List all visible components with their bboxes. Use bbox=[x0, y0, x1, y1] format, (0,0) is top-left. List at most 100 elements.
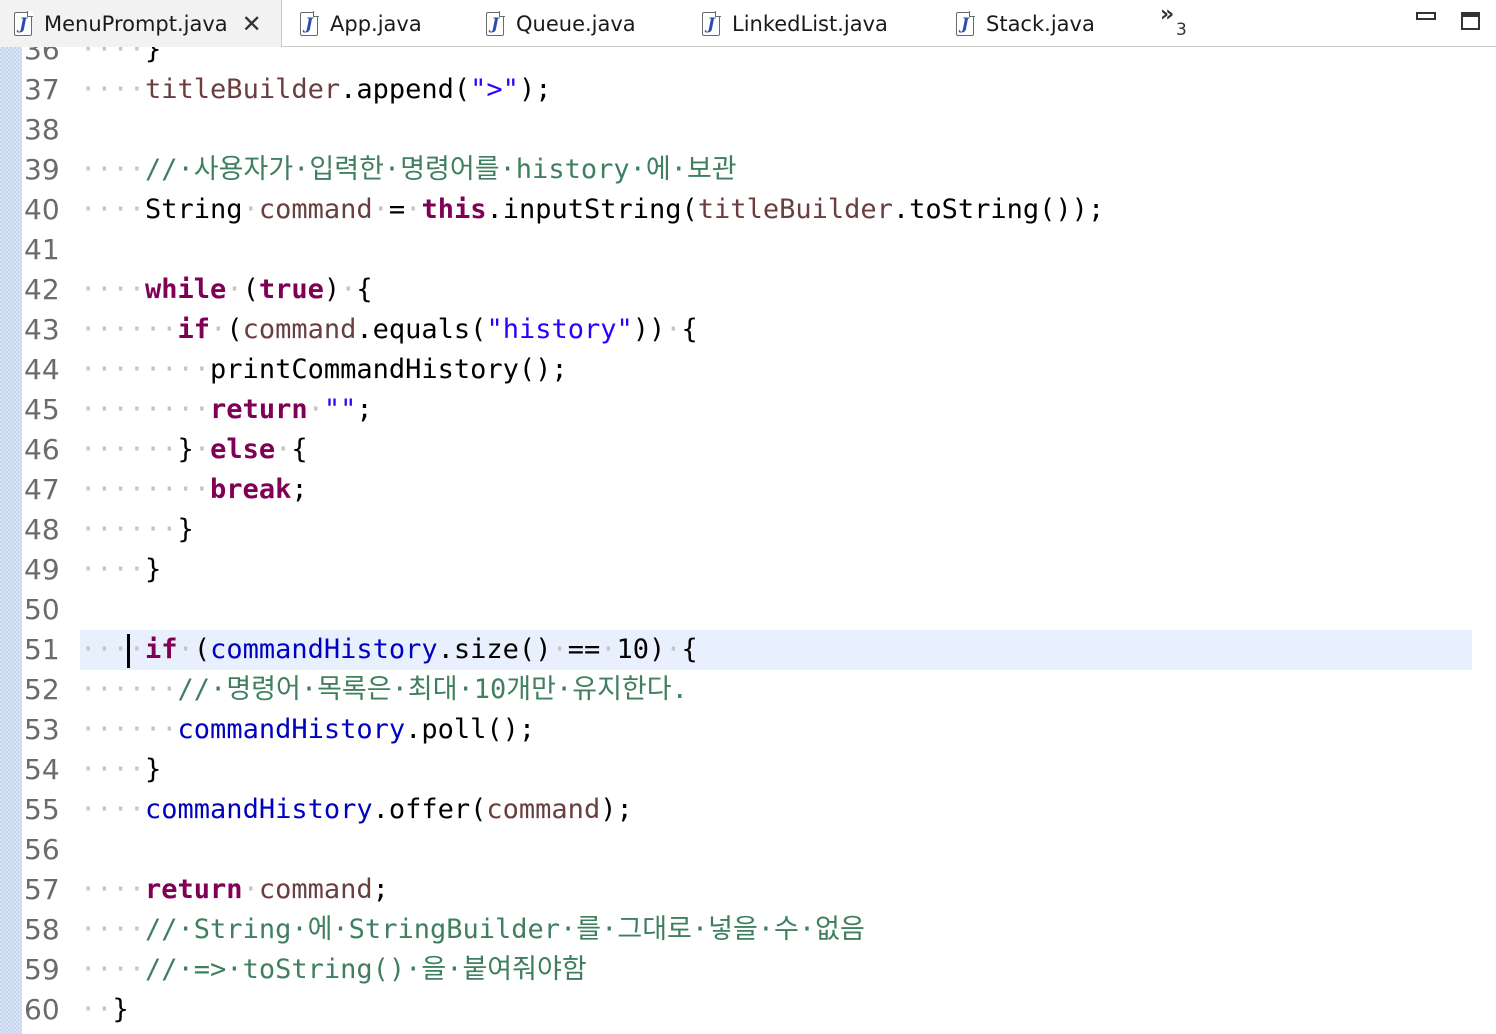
code-text: ······//·명령어·목록은·최대·10개만·유지한다. bbox=[80, 670, 688, 710]
line-number: 51 bbox=[24, 633, 60, 666]
code-token: } bbox=[145, 47, 162, 65]
whitespace-marker: · bbox=[372, 194, 389, 225]
line-number: 49 bbox=[24, 553, 60, 586]
line-number: 42 bbox=[24, 273, 60, 306]
code-line[interactable]: 49 ····} bbox=[0, 550, 1496, 590]
code-token: ); bbox=[600, 794, 633, 825]
whitespace-marker: ······ bbox=[80, 714, 178, 745]
code-token: //·명령어·목록은·최대·10개만·유지한다. bbox=[177, 674, 688, 705]
line-number: 58 bbox=[24, 913, 60, 946]
line-number: 41 bbox=[24, 233, 60, 266]
code-token: command bbox=[258, 194, 373, 225]
whitespace-marker: ········ bbox=[80, 474, 211, 505]
code-line[interactable]: 36 ····} bbox=[0, 47, 1496, 70]
code-text: ········break; bbox=[80, 470, 308, 510]
code-lines: 36 ····} 37 ····titleBuilder.append(">"); 38… bbox=[0, 47, 1496, 1030]
code-line[interactable]: 51 ····if·(commandHistory.size()·==·10)·{ bbox=[0, 630, 1496, 670]
code-token: "" bbox=[323, 394, 357, 425]
whitespace-marker: · bbox=[665, 314, 682, 345]
code-token: titleBuilder bbox=[697, 194, 893, 225]
code-line[interactable]: 57 ····return·command; bbox=[0, 870, 1496, 910]
code-line[interactable]: 58 ····//·String·에·StringBuilder·를·그대로·넣을… bbox=[0, 910, 1496, 950]
code-line[interactable]: 40 ····String·command·=·this.inputString(… bbox=[0, 190, 1496, 230]
code-line[interactable]: 55 ····commandHistory.offer(command); bbox=[0, 790, 1496, 830]
code-text: ····return·command; bbox=[80, 870, 389, 910]
code-line[interactable]: 42 ····while·(true)·{ bbox=[0, 270, 1496, 310]
whitespace-marker: ···· bbox=[80, 47, 146, 65]
code-line[interactable]: 52 ······//·명령어·목록은·최대·10개만·유지한다. bbox=[0, 670, 1496, 710]
code-text: ······}·else·{ bbox=[80, 430, 308, 470]
code-token: } bbox=[145, 754, 162, 785]
code-line[interactable]: 48 ······} bbox=[0, 510, 1496, 550]
code-line[interactable]: 37 ····titleBuilder.append(">"); bbox=[0, 70, 1496, 110]
line-number: 46 bbox=[24, 433, 60, 466]
code-text: ····String·command·=·this.inputString(ti… bbox=[80, 190, 1104, 230]
tab-app-java[interactable]: J App.java bbox=[300, 0, 470, 47]
whitespace-marker: ···· bbox=[80, 194, 146, 225]
whitespace-marker: ······ bbox=[80, 674, 178, 705]
close-icon[interactable]: ✕ bbox=[242, 12, 262, 36]
code-line[interactable]: 54 ····} bbox=[0, 750, 1496, 790]
code-text: ····} bbox=[80, 47, 161, 70]
line-number: 38 bbox=[24, 113, 60, 146]
code-line[interactable]: 50 bbox=[0, 590, 1496, 630]
whitespace-marker: ·· bbox=[80, 994, 113, 1025]
java-file-icon: J bbox=[702, 10, 721, 36]
code-text: ····//·String·에·StringBuilder·를·그대로·넣을·수… bbox=[80, 910, 865, 950]
line-number: 47 bbox=[24, 473, 60, 506]
code-line[interactable]: 44 ········printCommandHistory(); bbox=[0, 350, 1496, 390]
code-line[interactable]: 41 bbox=[0, 230, 1496, 270]
maximize-icon[interactable] bbox=[1461, 12, 1480, 30]
code-line[interactable]: 43 ······if·(command.equals("history"))·{ bbox=[0, 310, 1496, 350]
code-editor[interactable]: 36 ····} 37 ····titleBuilder.append(">"); 38… bbox=[0, 47, 1496, 1034]
code-line[interactable]: 56 bbox=[0, 830, 1496, 870]
line-number: 39 bbox=[24, 153, 60, 186]
code-token: .append( bbox=[340, 74, 471, 105]
code-text: ········printCommandHistory(); bbox=[80, 350, 568, 390]
whitespace-marker: ········ bbox=[80, 394, 211, 425]
code-token: this bbox=[421, 194, 487, 225]
code-token: } bbox=[177, 434, 194, 465]
whitespace-marker: ···· bbox=[80, 554, 146, 585]
whitespace-marker: · bbox=[665, 634, 682, 665]
code-line[interactable]: 38 bbox=[0, 110, 1496, 150]
tab-overflow-chevron-icon[interactable]: » bbox=[1160, 4, 1174, 26]
line-number: 59 bbox=[24, 953, 60, 986]
code-token: return bbox=[145, 874, 243, 905]
code-text: ····titleBuilder.append(">"); bbox=[80, 70, 551, 110]
minimize-icon[interactable] bbox=[1416, 12, 1436, 20]
whitespace-marker: · bbox=[177, 634, 194, 665]
code-token: else bbox=[210, 434, 276, 465]
tab-overflow-count: 3 bbox=[1176, 20, 1187, 40]
tab-stack-java[interactable]: J Stack.java bbox=[956, 0, 1136, 47]
line-number: 40 bbox=[24, 193, 60, 226]
whitespace-marker: ······ bbox=[80, 314, 178, 345]
line-number: 54 bbox=[24, 753, 60, 786]
line-number: 56 bbox=[24, 833, 60, 866]
code-text: ····} bbox=[80, 750, 161, 790]
code-line[interactable]: 39 ····//·사용자가·입력한·명령어를·history·에·보관 bbox=[0, 150, 1496, 190]
java-file-icon: J bbox=[14, 10, 33, 36]
code-text: ····if·(commandHistory.size()·==·10)·{ bbox=[80, 630, 698, 670]
tab-linkedlist-java[interactable]: J LinkedList.java bbox=[702, 0, 932, 47]
code-token: printCommandHistory(); bbox=[210, 354, 568, 385]
code-token: ; bbox=[291, 474, 308, 505]
tab-menuprompt-java[interactable]: J MenuPrompt.java ✕ bbox=[0, 0, 282, 47]
code-line[interactable]: 46 ······}·else·{ bbox=[0, 430, 1496, 470]
line-number: 45 bbox=[24, 393, 60, 426]
code-token: //·사용자가·입력한·명령어를·history·에·보관 bbox=[145, 154, 737, 185]
code-line[interactable]: 60 ··} bbox=[0, 990, 1496, 1030]
code-token: ( bbox=[193, 634, 211, 665]
code-line[interactable]: 45 ········return·""; bbox=[0, 390, 1496, 430]
tab-label: LinkedList.java bbox=[732, 11, 888, 36]
whitespace-marker: ···· bbox=[80, 154, 146, 185]
line-number: 37 bbox=[24, 73, 60, 106]
tab-queue-java[interactable]: J Queue.java bbox=[486, 0, 676, 47]
code-token: ); bbox=[518, 74, 552, 105]
whitespace-marker: ···· bbox=[80, 954, 146, 985]
code-line[interactable]: 59 ····//·=>·toString()·을·붙여줘야함 bbox=[0, 950, 1496, 990]
code-line[interactable]: 53 ······commandHistory.poll(); bbox=[0, 710, 1496, 750]
line-number: 43 bbox=[24, 313, 60, 346]
code-line[interactable]: 47 ········break; bbox=[0, 470, 1496, 510]
code-token: .toString()); bbox=[892, 194, 1105, 225]
